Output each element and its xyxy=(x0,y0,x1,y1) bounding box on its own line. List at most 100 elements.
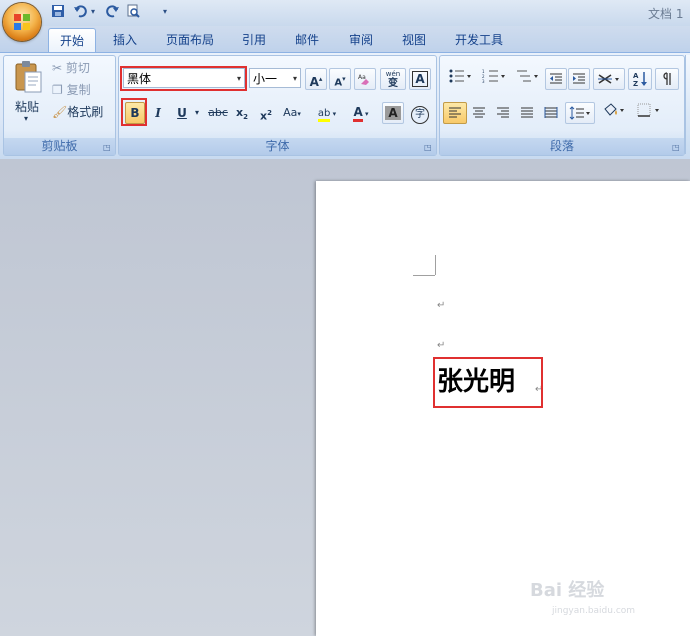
margin-corner-mark xyxy=(435,255,436,275)
chinese-layout-button[interactable] xyxy=(593,68,625,90)
numbering-button[interactable]: 123 xyxy=(477,68,511,90)
phonetic-char: 变 xyxy=(388,78,398,89)
strikethrough-button[interactable]: abc xyxy=(205,102,231,124)
font-size-value: 小一 xyxy=(253,72,278,86)
tab-insert[interactable]: 插入 xyxy=(104,28,146,52)
bullets-icon xyxy=(449,69,471,83)
shrink-font-icon: A xyxy=(334,77,343,89)
copy-label: 复制 xyxy=(66,83,91,97)
borders-button[interactable] xyxy=(632,102,666,124)
align-right-button[interactable] xyxy=(491,102,515,124)
shading-button[interactable] xyxy=(598,102,630,124)
paragraph-mark: ↵ xyxy=(437,300,446,311)
font-size-combo[interactable]: 小一 ▾ xyxy=(249,68,301,88)
margin-corner-mark xyxy=(413,275,435,276)
distributed-icon xyxy=(544,107,558,118)
window-title: 文档 1 xyxy=(648,7,684,21)
font-name-highlight-box xyxy=(120,66,247,91)
tab-mailings[interactable]: 邮件 xyxy=(286,28,328,52)
cut-button[interactable]: ✂ 剪切 xyxy=(52,59,90,77)
svg-text:Aa: Aa xyxy=(358,74,366,81)
document-page[interactable] xyxy=(316,181,690,636)
font-size-dropdown-icon[interactable]: ▾ xyxy=(293,69,297,89)
font-color-button[interactable]: A ▾ xyxy=(345,102,377,124)
character-shading-button[interactable]: A xyxy=(382,102,404,124)
bold-highlight-box xyxy=(121,98,147,126)
phonetic-guide-button[interactable]: wén 变 xyxy=(380,68,406,90)
justify-button[interactable] xyxy=(515,102,539,124)
grow-font-icon: A xyxy=(309,75,319,89)
tab-home[interactable]: 开始 xyxy=(48,28,96,54)
change-case-button[interactable]: Aa▾ xyxy=(278,102,306,124)
svg-text:Z: Z xyxy=(633,80,638,87)
underline-button[interactable]: U xyxy=(172,102,192,124)
copy-icon: ❐ xyxy=(52,83,63,97)
align-left-button[interactable] xyxy=(443,102,467,124)
change-case-dropdown-icon: ▾ xyxy=(297,110,301,118)
copy-button[interactable]: ❐ 复制 xyxy=(52,81,91,99)
line-spacing-icon xyxy=(569,106,590,120)
increase-indent-icon xyxy=(573,73,585,84)
align-center-button[interactable] xyxy=(467,102,491,124)
sort-icon: AZ xyxy=(633,72,647,88)
show-marks-button[interactable] xyxy=(655,68,679,90)
font-launcher-icon[interactable]: ◳ xyxy=(424,143,433,152)
character-border-icon: A xyxy=(412,71,428,87)
tab-review[interactable]: 审阅 xyxy=(340,28,382,52)
tab-developer[interactable]: 开发工具 xyxy=(446,28,512,52)
line-spacing-button[interactable] xyxy=(565,102,595,124)
font-color-dropdown-icon: ▾ xyxy=(362,110,369,118)
paste-icon xyxy=(15,61,42,93)
paste-dropdown-icon: ▾ xyxy=(24,114,29,123)
character-border-button[interactable]: A xyxy=(409,68,431,90)
format-painter-label: 格式刷 xyxy=(67,105,104,119)
align-center-icon xyxy=(473,107,485,118)
paint-bucket-icon xyxy=(604,103,624,116)
enclose-character-button[interactable]: 字 xyxy=(408,102,432,124)
baidu-watermark-url: jingyan.baidu.com xyxy=(552,606,636,616)
cut-label: 剪切 xyxy=(65,61,90,75)
paintbrush-icon: 🖌 xyxy=(52,105,68,119)
baidu-watermark: Bai 经验 xyxy=(530,580,605,601)
tab-references[interactable]: 引用 xyxy=(234,28,274,52)
paragraph-launcher-icon[interactable]: ◳ xyxy=(672,143,681,152)
clipboard-group-label: 剪贴板 xyxy=(4,138,115,155)
chinese-layout-icon xyxy=(598,74,619,84)
subscript-button[interactable]: x2 xyxy=(230,102,254,124)
sort-button[interactable]: AZ xyxy=(628,68,652,90)
tab-page-layout[interactable]: 页面布局 xyxy=(158,28,222,52)
undo-dropdown-icon[interactable]: ▾ xyxy=(89,4,97,20)
increase-indent-button[interactable] xyxy=(568,68,590,90)
text-highlight-button[interactable]: ab ▾ xyxy=(311,102,343,124)
title-bar xyxy=(0,0,690,26)
italic-button[interactable]: I xyxy=(148,102,168,124)
superscript-mark: 2 xyxy=(267,109,272,117)
bullets-button[interactable] xyxy=(443,68,477,90)
clear-format-button[interactable]: Aa xyxy=(354,68,376,90)
print-preview-icon[interactable] xyxy=(125,4,141,20)
change-case-label: Aa xyxy=(283,106,298,119)
shrink-font-button[interactable]: A▾ xyxy=(329,68,351,90)
grow-font-button[interactable]: A▴ xyxy=(305,68,327,90)
format-painter-button[interactable]: 🖌格式刷 xyxy=(52,103,103,121)
underline-dropdown-icon[interactable]: ▾ xyxy=(191,102,203,124)
font-group-label: 字体 xyxy=(119,138,436,155)
clipboard-launcher-icon[interactable]: ◳ xyxy=(103,143,112,152)
name-highlight-box xyxy=(433,357,543,408)
borders-icon xyxy=(637,103,659,117)
distributed-button[interactable] xyxy=(539,102,563,124)
customize-qat-icon[interactable]: ▾ xyxy=(160,4,170,20)
multilevel-list-button[interactable] xyxy=(511,68,543,90)
decrease-indent-button[interactable] xyxy=(545,68,567,90)
office-button[interactable] xyxy=(3,3,41,41)
clear-format-icon: Aa xyxy=(358,74,369,85)
undo-icon[interactable] xyxy=(72,4,88,20)
paste-button[interactable]: 粘贴 ▾ xyxy=(10,58,46,130)
subscript-mark: 2 xyxy=(243,113,248,122)
superscript-button[interactable]: x2 xyxy=(254,102,278,124)
save-icon[interactable] xyxy=(50,4,66,20)
tab-view[interactable]: 视图 xyxy=(393,28,435,52)
decrease-indent-icon xyxy=(550,73,562,84)
next-group-edge xyxy=(685,55,690,154)
redo-icon[interactable] xyxy=(105,4,121,20)
